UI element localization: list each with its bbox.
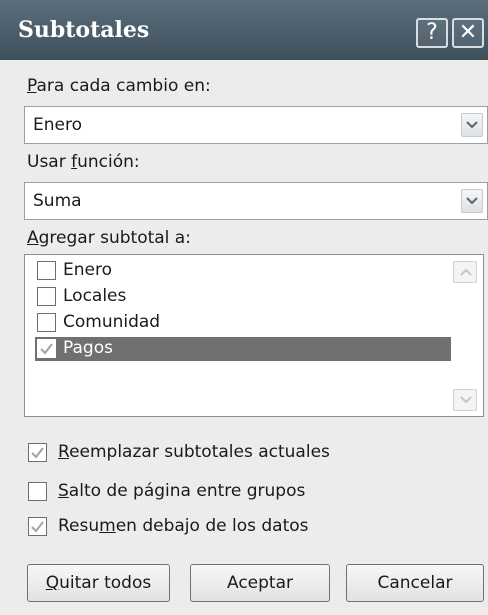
- checkmark-icon: [40, 343, 53, 355]
- accept-button[interactable]: Aceptar: [190, 564, 330, 602]
- replace-subtotals-option[interactable]: Reemplazar subtotales actuales: [28, 442, 468, 466]
- chevron-up-icon: [460, 268, 472, 276]
- title-bar: Subtotales ? ✕: [0, 0, 488, 60]
- list-item-checkbox[interactable]: [37, 287, 56, 306]
- subtotales-dialog: Subtotales ? ✕ Para cada cambio en: Ener…: [0, 0, 488, 615]
- replace-subtotals-checkbox[interactable]: [28, 443, 47, 462]
- replace-subtotals-label: Reemplazar subtotales actuales: [58, 442, 330, 462]
- list-item-label: Comunidad: [63, 312, 161, 332]
- summary-below-label: Resumen debajo de los datos: [58, 516, 309, 536]
- function-select[interactable]: Suma: [24, 182, 488, 220]
- chevron-down-icon: [460, 396, 472, 404]
- list-item-checkbox[interactable]: [37, 339, 56, 358]
- change-field-value: Enero: [33, 115, 82, 135]
- page-break-option[interactable]: Salto de página entre grupos: [28, 481, 468, 505]
- change-field-dropdown-button[interactable]: [461, 113, 483, 137]
- checkmark-icon: [31, 447, 44, 459]
- close-icon: ✕: [458, 20, 478, 45]
- list-item[interactable]: Enero: [35, 259, 455, 283]
- page-break-checkbox[interactable]: [28, 482, 47, 501]
- page-break-label: Salto de página entre grupos: [58, 481, 306, 501]
- scroll-up-button[interactable]: [453, 261, 477, 283]
- dialog-title: Subtotales: [18, 17, 150, 43]
- list-item-checkbox[interactable]: [37, 313, 56, 332]
- function-value: Suma: [33, 191, 82, 211]
- list-item-label: Enero: [63, 260, 112, 280]
- checkmark-icon: [31, 521, 44, 533]
- chevron-down-icon: [466, 197, 478, 205]
- summary-below-option[interactable]: Resumen debajo de los datos: [28, 516, 468, 540]
- help-button[interactable]: ?: [416, 18, 448, 48]
- remove-all-button[interactable]: Quitar todos: [27, 564, 170, 602]
- list-item-checkbox[interactable]: [37, 261, 56, 280]
- list-item[interactable]: Locales: [35, 285, 455, 309]
- list-item[interactable]: Comunidad: [35, 311, 455, 335]
- scroll-down-button[interactable]: [453, 389, 477, 411]
- subtotal-list-label: Agregar subtotal a:: [27, 228, 191, 248]
- summary-below-checkbox[interactable]: [28, 517, 47, 536]
- chevron-down-icon: [466, 121, 478, 129]
- list-item-label: Pagos: [63, 338, 113, 358]
- subtotal-column-list[interactable]: Enero Locales Comunidad Pagos: [24, 254, 484, 417]
- list-item-selected[interactable]: Pagos: [35, 337, 451, 361]
- function-dropdown-button[interactable]: [461, 189, 483, 213]
- list-item-label: Locales: [63, 286, 127, 306]
- cancel-button[interactable]: Cancelar: [346, 564, 484, 602]
- change-field-label: Para cada cambio en:: [27, 76, 211, 96]
- change-field-select[interactable]: Enero: [24, 106, 488, 144]
- close-button[interactable]: ✕: [452, 18, 484, 48]
- help-icon: ?: [426, 20, 438, 45]
- function-field-label: Usar función:: [27, 152, 140, 172]
